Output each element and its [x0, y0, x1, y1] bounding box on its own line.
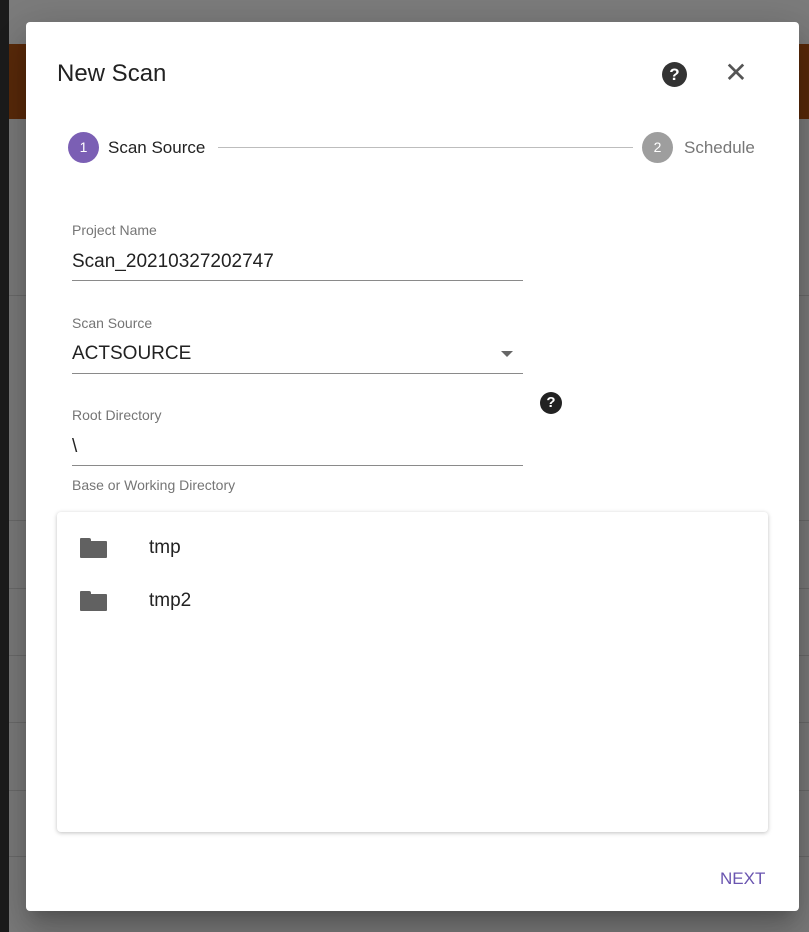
step-2-circle[interactable]: 2: [642, 132, 673, 163]
root-directory-hint: Base or Working Directory: [72, 477, 236, 493]
folder-list: tmp tmp2: [57, 512, 768, 832]
new-scan-dialog: New Scan ? ✕ 1 Scan Source 2 Schedule Pr…: [26, 22, 799, 911]
step-1-circle[interactable]: 1: [68, 132, 99, 163]
step-2-label[interactable]: Schedule: [684, 138, 755, 158]
scan-source-select[interactable]: ACTSOURCE: [72, 343, 191, 365]
help-icon[interactable]: ?: [540, 392, 562, 414]
root-directory-underline: [72, 465, 523, 466]
stepper-connector: [218, 147, 633, 148]
app-window-border: [0, 0, 9, 932]
chevron-down-icon[interactable]: [501, 351, 513, 357]
folder-icon: [80, 538, 107, 558]
scan-source-label: Scan Source: [72, 315, 153, 331]
project-name-underline: [72, 280, 523, 281]
folder-item-tmp[interactable]: tmp: [57, 527, 768, 567]
project-name-input[interactable]: Scan_20210327202747: [72, 251, 274, 273]
root-directory-input[interactable]: \: [72, 436, 77, 458]
folder-icon: [80, 591, 107, 611]
help-icon[interactable]: ?: [662, 62, 687, 87]
next-button[interactable]: NEXT: [716, 867, 769, 891]
step-1-label[interactable]: Scan Source: [108, 138, 205, 158]
project-name-label: Project Name: [72, 222, 157, 238]
scan-source-underline: [72, 373, 523, 374]
root-directory-label: Root Directory: [72, 407, 162, 423]
dialog-title: New Scan: [57, 60, 167, 87]
folder-name: tmp: [149, 537, 181, 558]
folder-item-tmp2[interactable]: tmp2: [57, 580, 768, 620]
close-icon[interactable]: ✕: [724, 58, 748, 88]
folder-name: tmp2: [149, 590, 192, 611]
